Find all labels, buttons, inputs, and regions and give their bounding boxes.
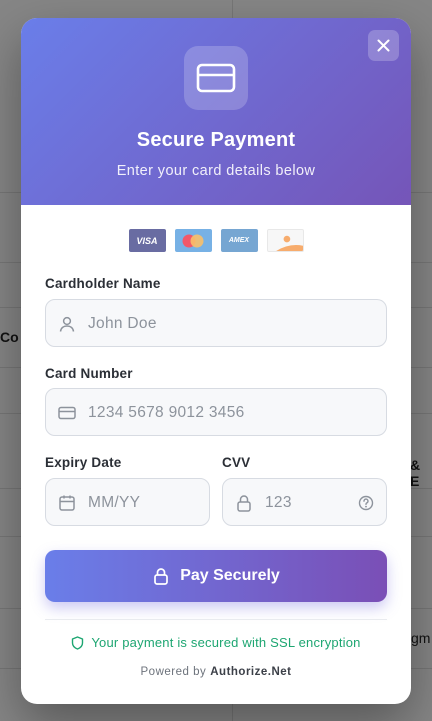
card-number-label: Card Number [45, 366, 133, 381]
footer-divider [45, 619, 387, 620]
expiry-date-placeholder: MM/YY [88, 494, 141, 511]
pay-button-label: Pay Securely [180, 567, 280, 584]
cvv-placeholder: 123 [265, 494, 292, 511]
lock-icon [154, 568, 169, 585]
user-icon [59, 316, 75, 332]
payment-provider-brand: Authorize.Net [210, 666, 292, 678]
powered-by: Powered by Authorize.Net [21, 666, 411, 678]
cvv-label: CVV [222, 455, 251, 470]
card-number-field[interactable]: 1234 5678 9012 3456 [45, 388, 387, 436]
amex-logo: AMEX [220, 229, 258, 252]
card-number-placeholder: 1234 5678 9012 3456 [88, 404, 245, 421]
modal-header: Secure Payment Enter your card details b… [21, 18, 411, 205]
accepted-cards: VISA AMEX [21, 229, 411, 252]
close-icon [377, 39, 390, 52]
discover-logo [266, 229, 304, 252]
close-button[interactable] [368, 30, 399, 61]
lock-icon [237, 495, 251, 512]
cardholder-name-placeholder: John Doe [88, 315, 157, 332]
shield-icon [72, 635, 84, 650]
credit-card-icon [58, 406, 76, 420]
help-circle-icon[interactable] [358, 495, 374, 511]
pay-securely-button[interactable]: Pay Securely [45, 550, 387, 602]
cvv-field[interactable]: 123 [222, 478, 387, 526]
cardholder-name-field[interactable]: John Doe [45, 299, 387, 347]
powered-by-prefix: Powered by [140, 666, 207, 678]
ssl-note-text: Your payment is secured with SSL encrypt… [91, 635, 361, 650]
expiry-date-label: Expiry Date [45, 455, 122, 470]
mastercard-icon [182, 234, 204, 247]
mastercard-logo [174, 229, 212, 252]
expiry-date-field[interactable]: MM/YY [45, 478, 210, 526]
visa-logo: VISA [128, 229, 166, 252]
ssl-security-note: Your payment is secured with SSL encrypt… [21, 635, 411, 650]
credit-card-icon [196, 63, 236, 93]
calendar-icon [59, 495, 75, 511]
header-icon-container [184, 46, 248, 110]
payment-modal: Secure Payment Enter your card details b… [21, 18, 411, 704]
cardholder-name-label: Cardholder Name [45, 276, 161, 291]
modal-title: Secure Payment [136, 129, 296, 151]
discover-icon [275, 235, 303, 251]
modal-subtitle: Enter your card details below [116, 163, 316, 179]
